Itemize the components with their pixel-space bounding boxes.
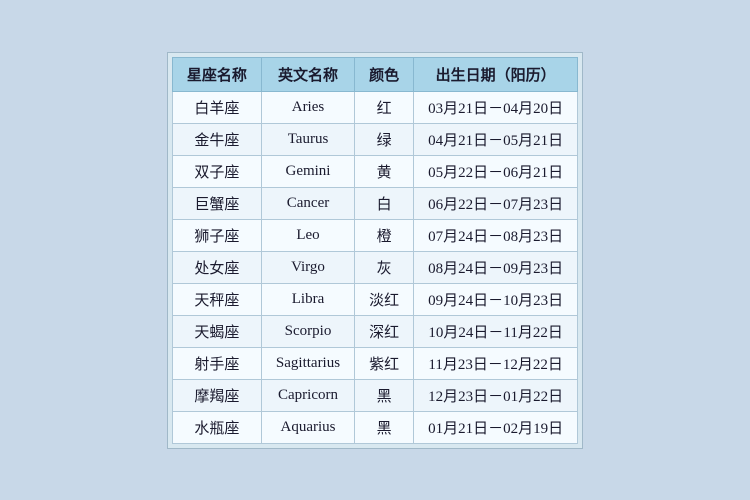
cell-english-name: Capricorn <box>261 379 354 411</box>
cell-color: 灰 <box>355 251 414 283</box>
table-row: 巨蟹座Cancer白06月22日－07月23日 <box>172 187 577 219</box>
header-dates: 出生日期（阳历） <box>414 57 578 91</box>
zodiac-table-body: 白羊座Aries红03月21日－04月20日金牛座Taurus绿04月21日－0… <box>172 91 577 443</box>
table-row: 摩羯座Capricorn黑12月23日－01月22日 <box>172 379 577 411</box>
cell-color: 紫红 <box>355 347 414 379</box>
table-row: 天蝎座Scorpio深红10月24日－11月22日 <box>172 315 577 347</box>
cell-dates: 04月21日－05月21日 <box>414 123 578 155</box>
cell-chinese-name: 摩羯座 <box>172 379 261 411</box>
zodiac-table-container: 星座名称 英文名称 颜色 出生日期（阳历） 白羊座Aries红03月21日－04… <box>167 52 583 449</box>
table-header-row: 星座名称 英文名称 颜色 出生日期（阳历） <box>172 57 577 91</box>
cell-chinese-name: 狮子座 <box>172 219 261 251</box>
cell-english-name: Sagittarius <box>261 347 354 379</box>
zodiac-table: 星座名称 英文名称 颜色 出生日期（阳历） 白羊座Aries红03月21日－04… <box>172 57 578 444</box>
cell-chinese-name: 射手座 <box>172 347 261 379</box>
cell-color: 橙 <box>355 219 414 251</box>
table-row: 天秤座Libra淡红09月24日－10月23日 <box>172 283 577 315</box>
table-row: 金牛座Taurus绿04月21日－05月21日 <box>172 123 577 155</box>
cell-chinese-name: 水瓶座 <box>172 411 261 443</box>
cell-chinese-name: 双子座 <box>172 155 261 187</box>
table-row: 双子座Gemini黄05月22日－06月21日 <box>172 155 577 187</box>
cell-english-name: Libra <box>261 283 354 315</box>
cell-color: 绿 <box>355 123 414 155</box>
cell-color: 淡红 <box>355 283 414 315</box>
cell-chinese-name: 天秤座 <box>172 283 261 315</box>
cell-chinese-name: 白羊座 <box>172 91 261 123</box>
cell-dates: 08月24日－09月23日 <box>414 251 578 283</box>
table-row: 白羊座Aries红03月21日－04月20日 <box>172 91 577 123</box>
cell-english-name: Leo <box>261 219 354 251</box>
cell-english-name: Aquarius <box>261 411 354 443</box>
cell-chinese-name: 金牛座 <box>172 123 261 155</box>
table-row: 狮子座Leo橙07月24日－08月23日 <box>172 219 577 251</box>
cell-dates: 11月23日－12月22日 <box>414 347 578 379</box>
cell-color: 白 <box>355 187 414 219</box>
cell-chinese-name: 巨蟹座 <box>172 187 261 219</box>
cell-english-name: Virgo <box>261 251 354 283</box>
cell-color: 黄 <box>355 155 414 187</box>
cell-chinese-name: 天蝎座 <box>172 315 261 347</box>
cell-dates: 05月22日－06月21日 <box>414 155 578 187</box>
cell-chinese-name: 处女座 <box>172 251 261 283</box>
cell-english-name: Scorpio <box>261 315 354 347</box>
cell-dates: 12月23日－01月22日 <box>414 379 578 411</box>
table-row: 射手座Sagittarius紫红11月23日－12月22日 <box>172 347 577 379</box>
cell-dates: 01月21日－02月19日 <box>414 411 578 443</box>
cell-color: 黑 <box>355 411 414 443</box>
table-row: 水瓶座Aquarius黑01月21日－02月19日 <box>172 411 577 443</box>
table-row: 处女座Virgo灰08月24日－09月23日 <box>172 251 577 283</box>
header-english-name: 英文名称 <box>261 57 354 91</box>
cell-dates: 09月24日－10月23日 <box>414 283 578 315</box>
header-color: 颜色 <box>355 57 414 91</box>
cell-english-name: Cancer <box>261 187 354 219</box>
cell-color: 深红 <box>355 315 414 347</box>
cell-color: 红 <box>355 91 414 123</box>
cell-english-name: Aries <box>261 91 354 123</box>
cell-english-name: Gemini <box>261 155 354 187</box>
cell-dates: 10月24日－11月22日 <box>414 315 578 347</box>
cell-dates: 07月24日－08月23日 <box>414 219 578 251</box>
cell-english-name: Taurus <box>261 123 354 155</box>
cell-color: 黑 <box>355 379 414 411</box>
header-chinese-name: 星座名称 <box>172 57 261 91</box>
cell-dates: 06月22日－07月23日 <box>414 187 578 219</box>
cell-dates: 03月21日－04月20日 <box>414 91 578 123</box>
